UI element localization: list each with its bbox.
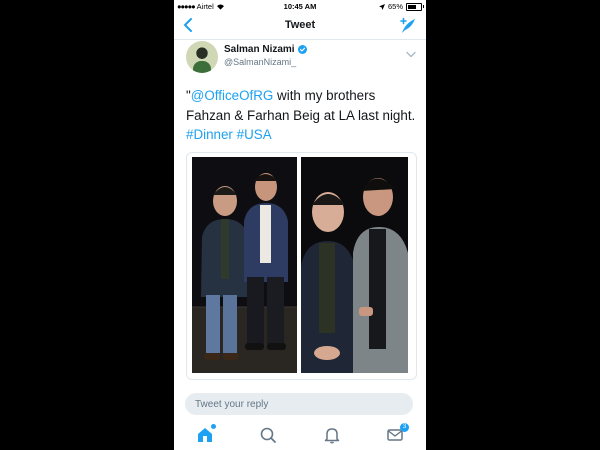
photo-illustration <box>301 157 408 373</box>
tweet-photo[interactable] <box>192 157 297 373</box>
author-name[interactable]: Salman Nizami <box>224 44 307 55</box>
tab-home[interactable] <box>194 424 216 446</box>
tweet-media <box>186 152 417 380</box>
tab-messages[interactable]: 3 <box>384 423 409 446</box>
tweet-photo[interactable] <box>301 157 408 373</box>
tweet-options-button[interactable] <box>406 45 416 58</box>
bell-icon <box>324 428 340 444</box>
verified-badge-icon <box>297 45 307 54</box>
search-icon <box>260 427 276 443</box>
navigation-bar: Tweet <box>174 13 426 40</box>
battery-level <box>408 4 416 9</box>
messages-badge: 3 <box>400 423 409 432</box>
hashtag-link[interactable]: #Dinner <box>186 127 233 142</box>
author-handle[interactable]: @SalmanNizami_ <box>224 57 296 67</box>
bottom-tab-bar: 3 <box>174 420 426 450</box>
mention-link[interactable]: @OfficeOfRG <box>191 88 274 103</box>
chevron-down-icon <box>406 51 416 58</box>
photo-illustration <box>192 157 297 373</box>
compose-tweet-icon <box>400 17 415 33</box>
page-title: Tweet <box>284 19 316 31</box>
reply-input[interactable] <box>185 393 413 415</box>
compose-tweet-button[interactable] <box>398 16 418 36</box>
tab-search[interactable] <box>257 424 279 446</box>
status-bar: ●●●●● Airtel 10:45 AM 65% <box>174 0 426 13</box>
tweet-text: "@OfficeOfRG with my brothers Fahzan & F… <box>186 86 418 145</box>
battery-icon <box>406 2 424 11</box>
hashtag-link[interactable]: #USA <box>237 127 272 142</box>
tab-notifications[interactable] <box>321 424 343 446</box>
phone-screen: ●●●●● Airtel 10:45 AM 65% Tweet Salman N… <box>174 0 426 450</box>
author-name-text: Salman Nizami <box>224 44 295 55</box>
status-right: 65% <box>378 2 424 11</box>
avatar[interactable] <box>186 41 218 73</box>
new-tweets-dot <box>211 424 216 429</box>
reply-box <box>185 393 413 415</box>
location-arrow-icon <box>378 3 385 10</box>
battery-percentage: 65% <box>387 2 403 11</box>
